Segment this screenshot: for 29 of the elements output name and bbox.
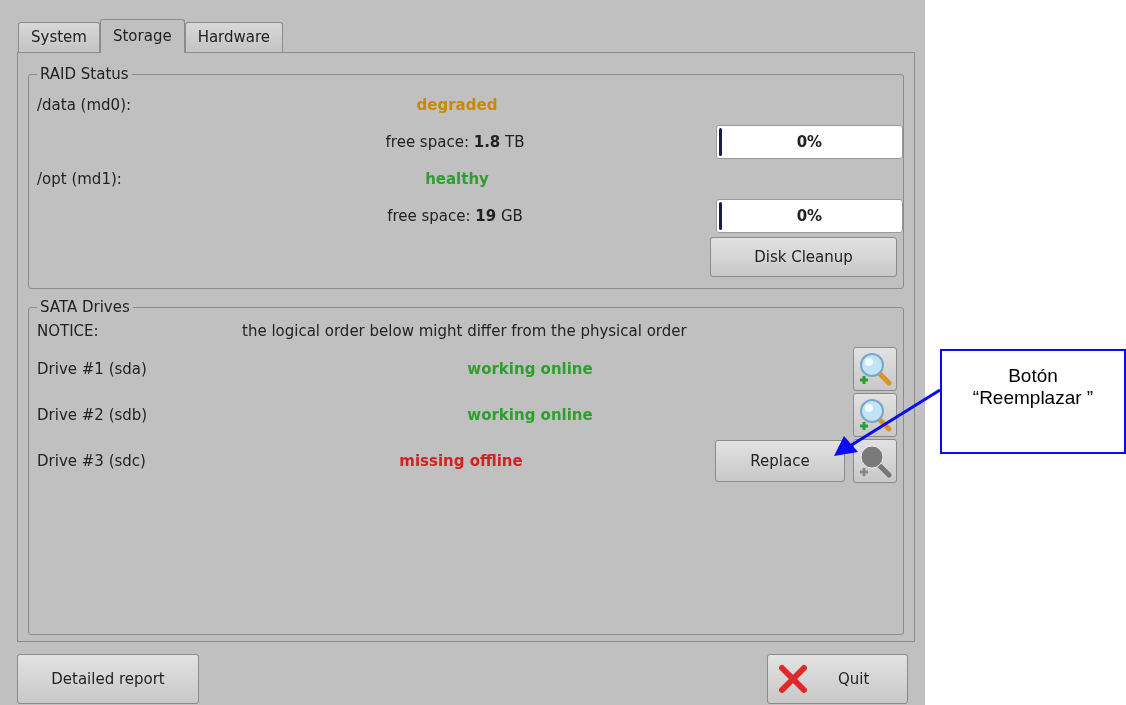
callout-text: Botón “Reemplazar ” bbox=[972, 365, 1094, 409]
disk-cleanup-button[interactable]: Disk Cleanup bbox=[710, 237, 897, 277]
drive-label: Drive #3 (sdc) bbox=[37, 450, 147, 472]
array-status: healthy bbox=[425, 168, 489, 190]
magnifier-icon bbox=[858, 444, 892, 478]
detailed-report-button[interactable]: Detailed report bbox=[17, 654, 199, 704]
usage-reading: 0% bbox=[796, 131, 823, 153]
drive-status: missing offline bbox=[399, 450, 523, 472]
array-label: /opt (md1): bbox=[37, 168, 123, 190]
zoom-in-icon bbox=[858, 352, 892, 386]
free-space-text: free space: 19 GB bbox=[387, 205, 523, 227]
notice-text: the logical order below might differ from the physical order bbox=[242, 320, 687, 342]
drive-label: Drive #1 (sda) bbox=[37, 358, 148, 380]
notice-label: NOTICE: bbox=[37, 320, 100, 342]
tab[interactable]: Storage bbox=[99, 19, 185, 53]
drive-label: Drive #2 (sdb) bbox=[37, 404, 149, 426]
quit-button[interactable]: Quit bbox=[767, 654, 908, 704]
array-label: /data (md0): bbox=[37, 94, 133, 116]
zoom-in-icon bbox=[858, 398, 892, 432]
tab[interactable]: Hardware bbox=[184, 22, 284, 52]
replace-button[interactable]: Replace bbox=[715, 440, 845, 482]
array-status: degraded bbox=[416, 94, 498, 116]
inspect-button[interactable] bbox=[853, 393, 897, 437]
tab[interactable]: System bbox=[18, 22, 100, 52]
free-space-text: free space: 1.8 TB bbox=[385, 131, 525, 153]
drive-status: working online bbox=[467, 404, 593, 426]
drive-status: working online bbox=[467, 358, 593, 380]
usage-reading: 0% bbox=[796, 205, 823, 227]
close-icon bbox=[778, 664, 808, 694]
